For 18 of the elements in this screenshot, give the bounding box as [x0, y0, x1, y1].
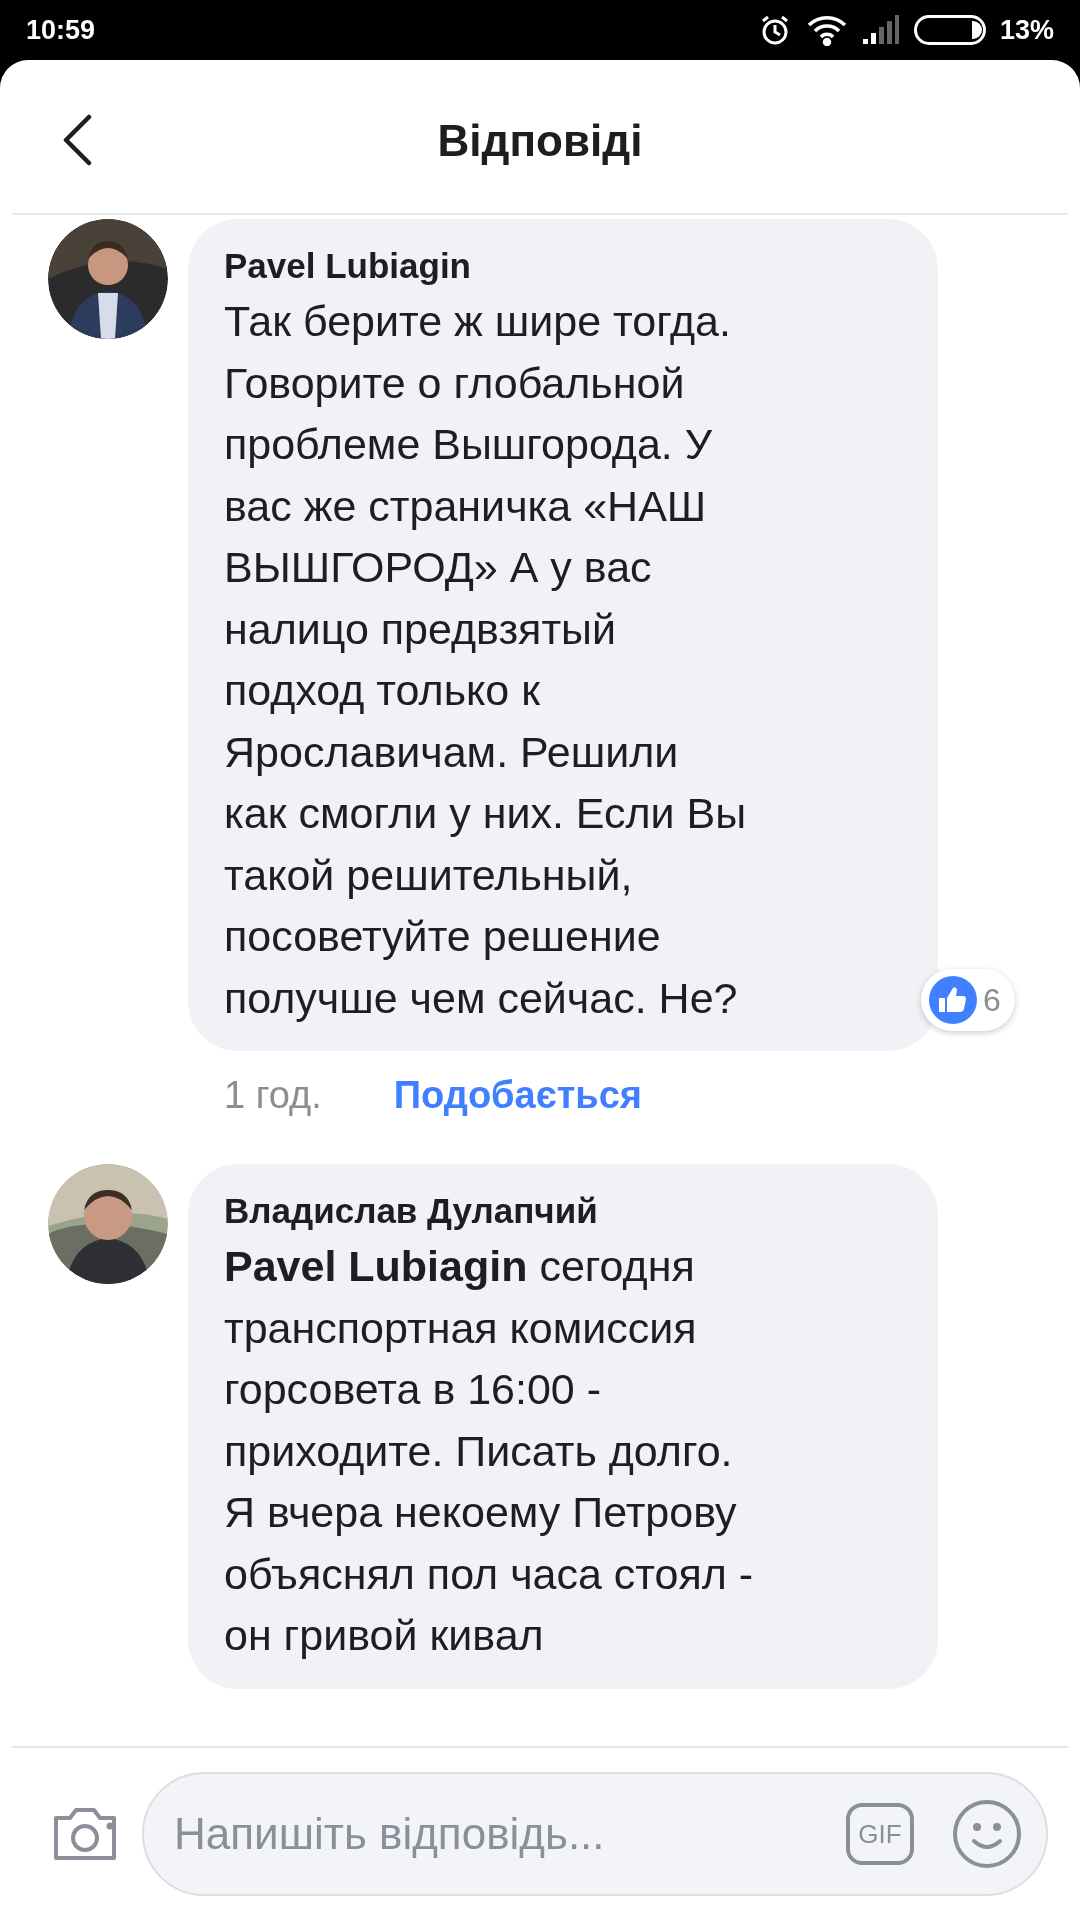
comment-author[interactable]: Pavel Lubiagin — [224, 241, 918, 291]
reaction-count: 6 — [983, 981, 1001, 1020]
emoji-icon[interactable] — [952, 1799, 1022, 1869]
comment-author[interactable]: Владислав Дулапчий — [224, 1186, 918, 1236]
gif-button[interactable]: GIF — [846, 1803, 914, 1865]
signal-icon — [861, 15, 900, 45]
like-button[interactable]: Подобається — [393, 1067, 642, 1124]
battery-icon — [913, 15, 986, 45]
thumbs-up-icon — [929, 976, 977, 1024]
comment-text: Pavel Lubiagin сегодня транспортная комиссия горсовета в 16:00 - приходите. Писать долго. Я вчера некоему Петрову объяснял пол часа стоял - он гривой кивал — [224, 1241, 755, 1661]
header-title: Відповіді — [437, 114, 643, 167]
reaction-badge[interactable]: 6 — [921, 969, 1015, 1031]
status-time: 10:59 — [26, 13, 96, 47]
reply-field[interactable]: Напишіть відповідь... GIF — [142, 1772, 1048, 1896]
comment-text: Так берите ж шире тогда. Говорите о глобальной проблеме Вышгорода. У вас же страничка «НАШ ВЫШГОРОД» А у вас налицо предвзятый подход только к Ярославичам. Решили как смогли у них. Если Вы такой решительный, посоветуйте решение получше чем сейчас. Не? — [224, 296, 748, 1024]
wifi-icon — [805, 14, 848, 46]
battery-percent: 13% — [999, 13, 1054, 47]
comment-time: 1 год. — [224, 1073, 322, 1118]
